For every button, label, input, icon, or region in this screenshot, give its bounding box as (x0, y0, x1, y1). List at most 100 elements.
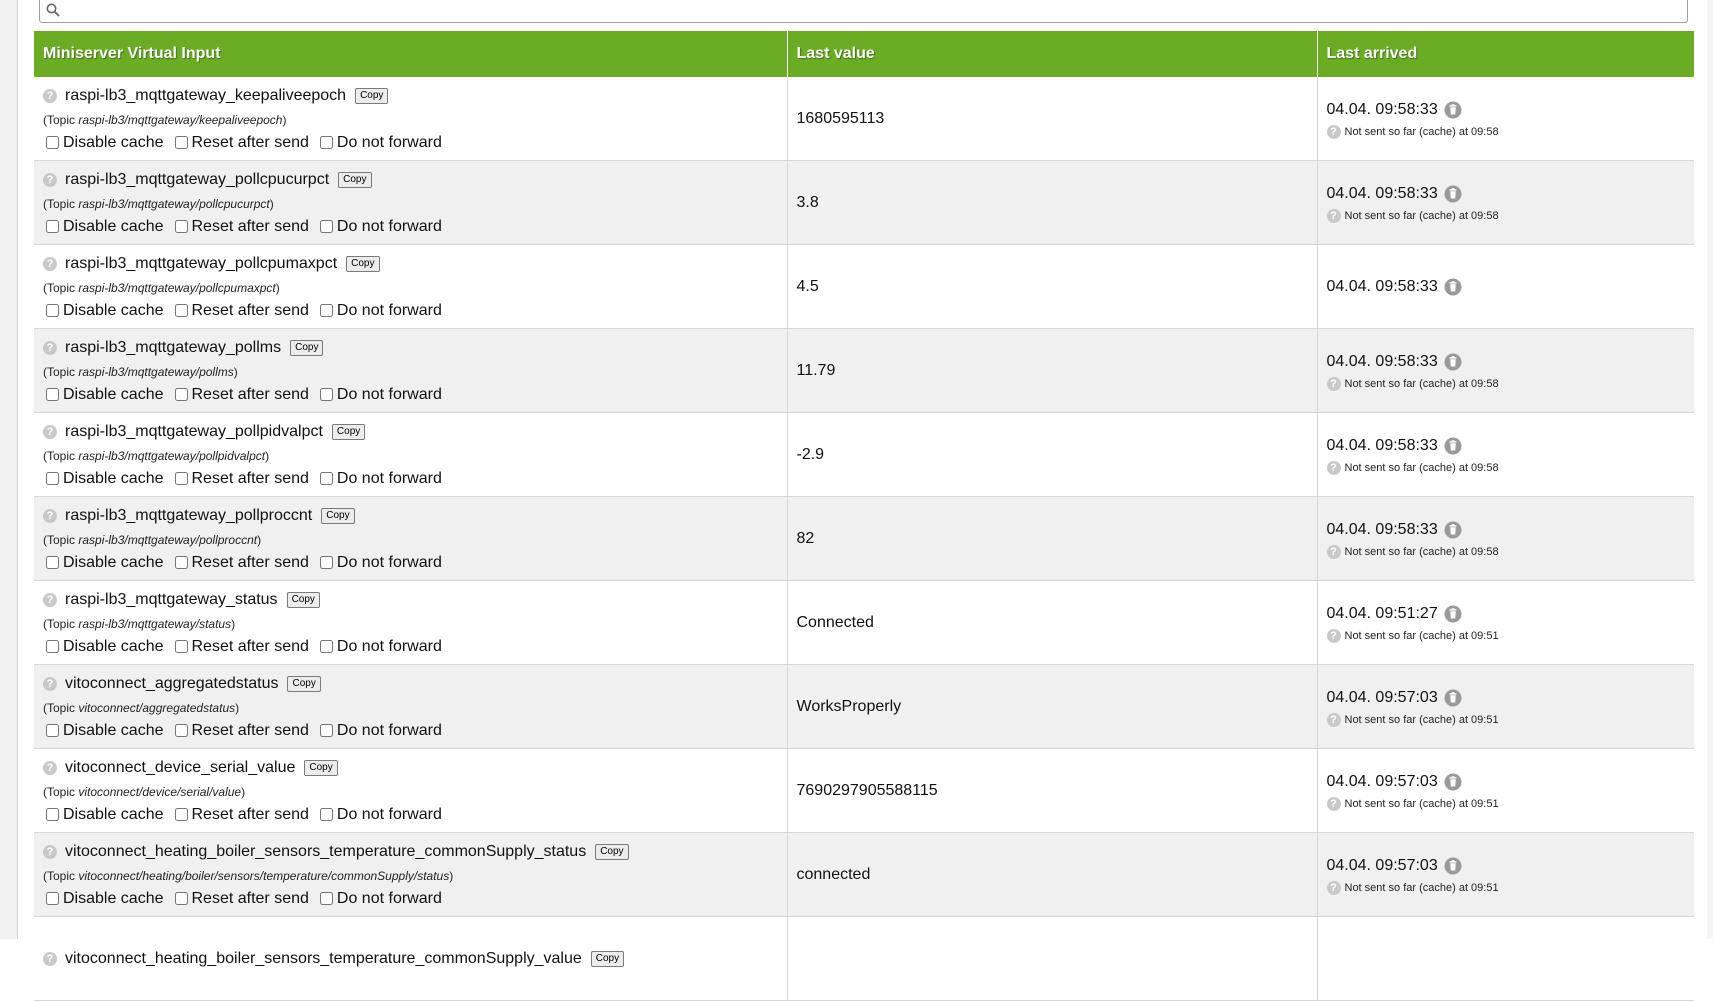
search-bar[interactable] (39, 0, 1688, 23)
help-icon[interactable]: ? (43, 760, 57, 775)
reset-after-send-option[interactable]: Reset after send (172, 134, 309, 152)
do-not-forward-option[interactable]: Do not forward (317, 302, 442, 320)
copy-button[interactable]: Copy (304, 759, 338, 776)
disable-cache-checkbox[interactable] (46, 556, 59, 569)
reset-after-send-checkbox[interactable] (174, 472, 188, 485)
trash-icon[interactable] (1444, 437, 1462, 455)
disable-cache-checkbox[interactable] (46, 892, 59, 905)
copy-button[interactable]: Copy (590, 950, 625, 967)
help-icon[interactable]: ? (43, 424, 57, 439)
copy-button[interactable]: Copy (595, 843, 629, 860)
disable-cache-option[interactable]: Disable cache (43, 554, 164, 572)
search-input[interactable] (68, 0, 1672, 21)
virtual-input-name[interactable]: raspi-lb3_mqttgateway_pollproccnt (65, 507, 312, 525)
help-icon[interactable]: ? (43, 88, 57, 103)
do-not-forward-checkbox[interactable] (319, 808, 333, 821)
info-icon[interactable]: ? (1326, 796, 1341, 811)
copy-button[interactable]: Copy (290, 339, 324, 356)
reset-after-send-option[interactable]: Reset after send (172, 218, 309, 236)
do-not-forward-option[interactable]: Do not forward (317, 890, 442, 908)
copy-button[interactable]: Copy (321, 507, 355, 524)
do-not-forward-option[interactable]: Do not forward (317, 638, 442, 656)
reset-after-send-checkbox[interactable] (174, 220, 188, 233)
do-not-forward-checkbox[interactable] (319, 220, 333, 233)
help-icon[interactable]: ? (43, 172, 57, 187)
reset-after-send-option[interactable]: Reset after send (172, 638, 309, 656)
do-not-forward-checkbox[interactable] (319, 136, 333, 149)
do-not-forward-option[interactable]: Do not forward (317, 470, 442, 488)
info-icon[interactable]: ? (1326, 880, 1341, 895)
virtual-input-name[interactable]: raspi-lb3_mqttgateway_pollcpumaxpct (65, 255, 337, 273)
reset-after-send-checkbox[interactable] (174, 388, 188, 401)
reset-after-send-checkbox[interactable] (174, 724, 188, 737)
virtual-input-name[interactable]: raspi-lb3_mqttgateway_pollpidvalpct (65, 423, 323, 441)
info-icon[interactable]: ? (1326, 712, 1341, 727)
do-not-forward-option[interactable]: Do not forward (317, 722, 442, 740)
disable-cache-checkbox[interactable] (46, 388, 59, 401)
disable-cache-option[interactable]: Disable cache (43, 218, 164, 236)
trash-icon[interactable] (1444, 689, 1462, 707)
reset-after-send-checkbox[interactable] (174, 808, 188, 821)
do-not-forward-checkbox[interactable] (319, 892, 333, 905)
do-not-forward-option[interactable]: Do not forward (317, 554, 442, 572)
copy-button[interactable]: Copy (346, 255, 380, 272)
disable-cache-option[interactable]: Disable cache (43, 302, 164, 320)
disable-cache-checkbox[interactable] (46, 808, 59, 821)
info-icon[interactable]: ? (1326, 628, 1341, 643)
do-not-forward-checkbox[interactable] (319, 472, 333, 485)
copy-button[interactable]: Copy (287, 675, 321, 692)
info-icon[interactable]: ? (1326, 544, 1341, 559)
disable-cache-option[interactable]: Disable cache (43, 638, 164, 656)
trash-icon[interactable] (1444, 185, 1462, 203)
copy-button[interactable]: Copy (286, 591, 320, 608)
trash-icon[interactable] (1444, 521, 1462, 539)
do-not-forward-checkbox[interactable] (319, 388, 333, 401)
virtual-input-name[interactable]: raspi-lb3_mqttgateway_status (65, 591, 278, 609)
do-not-forward-option[interactable]: Do not forward (317, 806, 442, 824)
copy-button[interactable]: Copy (338, 171, 372, 188)
disable-cache-option[interactable]: Disable cache (43, 470, 164, 488)
do-not-forward-checkbox[interactable] (319, 640, 333, 653)
reset-after-send-checkbox[interactable] (174, 304, 188, 317)
help-icon[interactable]: ? (43, 592, 57, 607)
disable-cache-checkbox[interactable] (46, 136, 59, 149)
reset-after-send-checkbox[interactable] (174, 136, 188, 149)
disable-cache-option[interactable]: Disable cache (43, 722, 164, 740)
disable-cache-option[interactable]: Disable cache (43, 890, 164, 908)
virtual-input-name[interactable]: vitoconnect_device_serial_value (65, 759, 295, 777)
virtual-input-name[interactable]: raspi-lb3_mqttgateway_keepaliveepoch (65, 87, 346, 105)
reset-after-send-option[interactable]: Reset after send (172, 890, 309, 908)
trash-icon[interactable] (1444, 857, 1462, 875)
do-not-forward-option[interactable]: Do not forward (317, 386, 442, 404)
reset-after-send-option[interactable]: Reset after send (172, 302, 309, 320)
help-icon[interactable]: ? (43, 844, 57, 859)
reset-after-send-option[interactable]: Reset after send (172, 386, 309, 404)
info-icon[interactable]: ? (1326, 208, 1341, 223)
copy-button[interactable]: Copy (355, 87, 389, 104)
disable-cache-option[interactable]: Disable cache (43, 134, 164, 152)
trash-icon[interactable] (1444, 353, 1462, 371)
column-header-last-arrived[interactable]: Last arrived (1317, 31, 1694, 77)
virtual-input-name[interactable]: raspi-lb3_mqttgateway_pollcpucurpct (65, 171, 329, 189)
reset-after-send-checkbox[interactable] (174, 892, 188, 905)
info-icon[interactable]: ? (1326, 376, 1341, 391)
column-header-last-value[interactable]: Last value (787, 31, 1318, 77)
disable-cache-checkbox[interactable] (46, 472, 59, 485)
do-not-forward-checkbox[interactable] (319, 556, 333, 569)
do-not-forward-option[interactable]: Do not forward (317, 218, 442, 236)
disable-cache-checkbox[interactable] (46, 724, 59, 737)
column-header-virtual-input[interactable]: Miniserver Virtual Input (34, 31, 788, 77)
help-icon[interactable]: ? (43, 676, 57, 691)
disable-cache-checkbox[interactable] (46, 220, 59, 233)
help-icon[interactable]: ? (43, 256, 57, 271)
trash-icon[interactable] (1444, 773, 1462, 791)
help-icon[interactable]: ? (43, 951, 57, 966)
virtual-input-name[interactable]: vitoconnect_aggregatedstatus (65, 675, 278, 693)
info-icon[interactable]: ? (1326, 460, 1341, 475)
reset-after-send-checkbox[interactable] (174, 640, 188, 653)
disable-cache-checkbox[interactable] (46, 640, 59, 653)
info-icon[interactable]: ? (1326, 124, 1341, 139)
do-not-forward-checkbox[interactable] (319, 724, 333, 737)
trash-icon[interactable] (1444, 101, 1462, 119)
reset-after-send-option[interactable]: Reset after send (172, 722, 309, 740)
